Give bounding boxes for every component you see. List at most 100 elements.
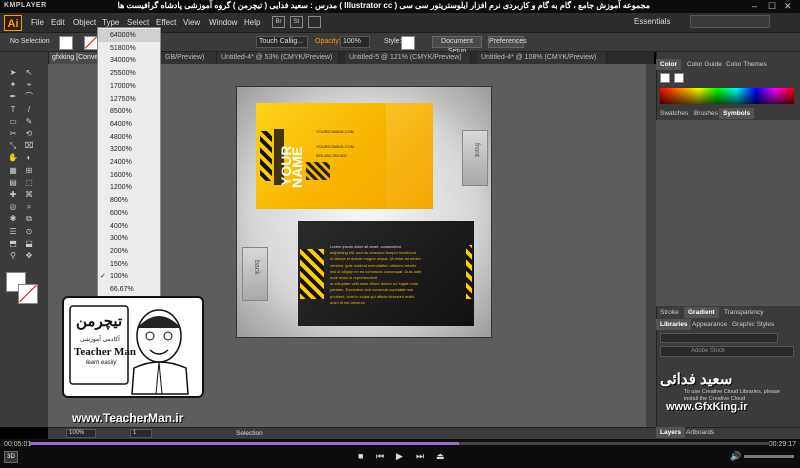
fill-swatch[interactable] [59,36,73,50]
tab-untitled-4-108[interactable]: Untitled-4* @ 108% (CMYK/Preview) [477,52,607,64]
tool-icon[interactable]: ⌘ [24,190,34,200]
tool-icon[interactable]: ⌧ [24,141,34,151]
close-button[interactable]: ✕ [784,1,792,12]
panel-tab-graphic-styles[interactable]: Graphic Styles [728,319,778,330]
zoom-option[interactable]: 17000% [98,80,160,93]
zoom-option[interactable]: 400% [98,220,160,233]
tool-icon[interactable]: ⊞ [24,166,34,176]
tab-gfxking-rest[interactable]: GB/Preview) [161,52,217,64]
tool-icon[interactable]: ⌒ [24,92,34,102]
tool-icon[interactable]: ⚲ [8,251,18,261]
tool-icon[interactable]: ⧉ [24,214,34,224]
tool-icon[interactable]: ✱ [8,214,18,224]
menu-type[interactable]: Type [102,18,119,27]
tool-icon[interactable]: ✋ [8,153,18,163]
panel-tab-layers[interactable]: Layers [656,427,685,438]
tab-untitled-5-121[interactable]: Untitled-5 @ 121% (CMYK/Preview) [345,52,471,64]
minimize-button[interactable]: ‒ [752,1,757,11]
stroke-swatch[interactable] [84,36,98,50]
menu-edit[interactable]: Edit [51,18,65,27]
tool-icon[interactable]: / [24,105,34,115]
tool-icon[interactable]: ☰ [8,227,18,237]
tool-icon[interactable]: ✦ [8,80,18,90]
library-select[interactable] [660,333,778,343]
play-icon[interactable]: ▶ [396,451,403,462]
previous-icon[interactable]: ⏮ [376,451,384,462]
workspace-switcher[interactable]: Essentials [634,17,670,26]
stroke-color-tool[interactable] [18,284,38,304]
tab-gfxking[interactable]: gfxking [Conve... [48,52,98,64]
preferences-button[interactable]: Preferences [488,36,527,48]
menu-select[interactable]: Select [127,18,149,27]
zoom-option[interactable]: 66.67% [98,283,160,296]
panel-tab-transparency[interactable]: Transparency [720,307,768,318]
tool-icon[interactable]: T [8,105,18,115]
panel-tab-libraries[interactable]: Libraries [656,319,692,330]
menu-effect[interactable]: Effect [156,18,176,27]
menu-window[interactable]: Window [209,18,237,27]
tool-icon[interactable]: ✥ [24,251,34,261]
tool-icon[interactable]: ✚ [8,190,18,200]
tool-icon[interactable]: ◎ [8,202,18,212]
canvas-vertical-scrollbar[interactable] [646,64,656,427]
menu-object[interactable]: Object [73,18,96,27]
bridge-icon[interactable]: Br [272,16,285,28]
zoom-option[interactable]: 51800% [98,42,160,55]
menu-view[interactable]: View [183,18,200,27]
panel-tab-appearance[interactable]: Appearance [688,319,731,330]
panel-tab-color-themes[interactable]: Color Themes [722,59,771,70]
tool-icon[interactable]: ▤ [8,178,18,188]
adobe-stock-search[interactable]: Adobe Stock [660,346,794,357]
panel-tab-stroke[interactable]: Stroke [656,307,683,318]
tool-icon[interactable]: ⌖ [24,80,34,90]
tool-icon[interactable]: ✂ [8,129,18,139]
tool-icon[interactable]: ⤡ [8,141,18,151]
panel-tab-swatches[interactable]: Swatches [656,108,692,119]
color-fill-swatch[interactable] [660,73,670,83]
zoom-option[interactable]: 4800% [98,131,160,144]
maximize-button[interactable]: ☐ [768,1,776,12]
zoom-option[interactable]: 6400% [98,118,160,131]
zoom-option[interactable]: 1200% [98,181,160,194]
tool-icon[interactable]: ✒ [8,92,18,102]
search-stock-input[interactable] [690,15,770,28]
volume-slider[interactable] [744,455,794,458]
style-swatch[interactable] [401,36,415,50]
tool-icon[interactable]: ✎ [24,117,34,127]
panel-tab-brushes[interactable]: Brushes [690,108,722,119]
eject-icon[interactable]: ⏏ [436,451,445,462]
tool-icon[interactable]: ⌕ [24,202,34,212]
zoom-option[interactable]: 600% [98,207,160,220]
next-icon[interactable]: ⏭ [416,451,424,462]
zoom-option[interactable]: 3200% [98,143,160,156]
zoom-option[interactable]: 150% [98,258,160,271]
3d-icon[interactable]: 3D [4,451,18,463]
stop-icon[interactable]: ■ [358,451,363,461]
menu-file[interactable]: File [31,18,44,27]
panel-tab-symbols[interactable]: Symbols [719,108,755,119]
panel-tab-gradient[interactable]: Gradient [684,307,719,318]
zoom-option[interactable]: 1600% [98,169,160,182]
tool-icon[interactable]: ⬒ [8,239,18,249]
zoom-option[interactable]: 100% ✓ [98,270,160,283]
document-setup-button[interactable]: Document Setup [432,36,482,55]
panel-tab-artboards[interactable]: Artboards [682,427,718,438]
panel-tab-color[interactable]: Color [656,59,681,70]
zoom-option[interactable]: 2400% [98,156,160,169]
tool-icon[interactable]: ⬚ [24,178,34,188]
menu-help[interactable]: Help [244,18,260,27]
tool-icon[interactable]: ↖ [24,68,34,78]
stock-icon[interactable]: St [290,16,303,28]
zoom-option[interactable]: 200% [98,245,160,258]
tool-icon[interactable]: ▦ [8,166,18,176]
artboard-number[interactable]: 1 [130,429,152,438]
brush-definition-select[interactable]: Touch Callig... [256,36,308,48]
zoom-option[interactable]: 12750% [98,93,160,106]
tool-icon[interactable]: ➤ [8,68,18,78]
tool-icon[interactable]: ⬓ [24,239,34,249]
color-stroke-swatch[interactable] [674,73,684,83]
arrange-documents-icon[interactable] [308,16,321,28]
zoom-level-select[interactable]: 100% [66,429,96,438]
tool-icon[interactable]: ◐ [24,153,34,163]
tool-icon[interactable]: ⊙ [24,227,34,237]
